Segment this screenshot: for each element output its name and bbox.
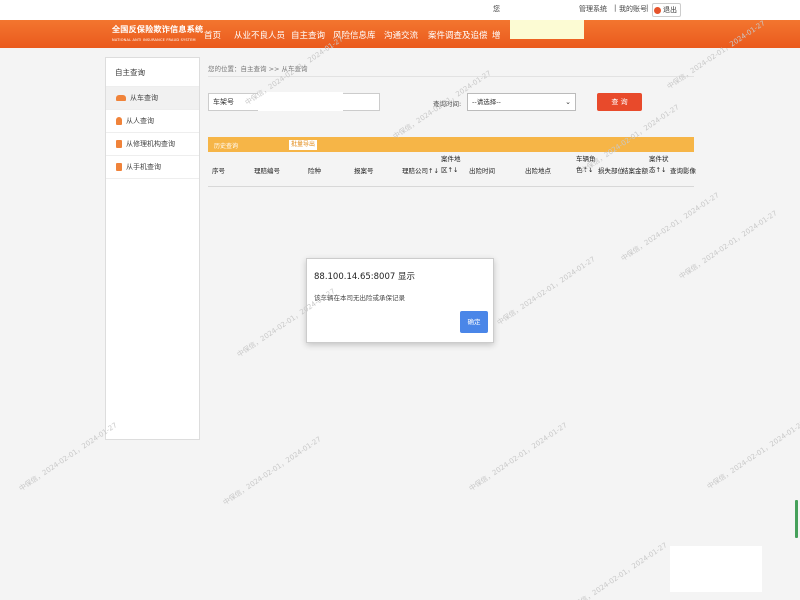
redacted-area	[670, 546, 762, 592]
phone-icon	[116, 163, 122, 171]
sidebar: 自主查询 从车查询 从人查询 从修理机构查询 从手机查询	[105, 57, 200, 440]
table-header-vehicle-role[interactable]: 车辆角色↑↓	[576, 154, 598, 176]
repair-shop-icon	[116, 140, 122, 148]
table-header-case-status[interactable]: 案件状态↑↓	[649, 154, 669, 176]
scrollbar-thumb[interactable]	[795, 500, 798, 538]
separator: |	[614, 4, 617, 12]
watermark: 中保信，2024-02-01，2024-01-27	[17, 421, 119, 493]
sidebar-item-vehicle-query[interactable]: 从车查询	[106, 87, 199, 110]
table-header-claim-no: 理赔编号	[254, 167, 280, 175]
logo-subtitle: NATIONAL ANTI INSURANCE FRAUD SYSTEM	[112, 38, 196, 42]
logo-title: 全国反保险欺诈信息系统	[112, 24, 204, 34]
watermark: 中保信，2024-02-01，2024-01-27	[705, 419, 800, 491]
dialog-title: 88.100.14.65:8007 显示	[314, 272, 415, 282]
watermark: 中保信，2024-02-01，2024-01-27	[619, 191, 721, 263]
history-label: 历史查询	[214, 143, 239, 150]
query-time-label: 查询时间:	[433, 100, 462, 108]
nav-item-case-investigation[interactable]: 案件调查及追偿	[428, 29, 488, 41]
table-header-accident-time: 出险时间	[469, 167, 495, 175]
dialog-ok-button[interactable]: 确定	[460, 311, 488, 333]
sidebar-title: 自主查询	[106, 58, 199, 87]
table-header-settlement-amount: 结案金额	[622, 167, 648, 175]
table-header-accident-place: 出险地点	[525, 167, 551, 175]
nav-item-bad-practitioners[interactable]: 从业不良人员	[234, 29, 285, 41]
dialog-message: 该车辆在本司无出险或承保记录	[314, 294, 405, 302]
logout-button[interactable]: 退出	[652, 3, 681, 17]
table-header-seq: 序号	[212, 167, 225, 175]
watermark: 中保信，2024-02-01，2024-01-27	[677, 209, 779, 281]
sidebar-item-repair-shop-query[interactable]: 从修理机构查询	[106, 133, 199, 156]
table-header-report-no[interactable]: 报案号	[354, 166, 374, 177]
alert-dialog: 88.100.14.65:8007 显示 该车辆在本司无出险或承保记录 确定	[306, 258, 494, 343]
separator: |	[646, 4, 649, 12]
batch-export-button[interactable]: 批量导出	[288, 139, 318, 151]
table-header-claim-company[interactable]: 理赔公司↑↓	[402, 166, 439, 177]
car-icon	[116, 95, 126, 101]
watermark: 中保信，2024-02-01，2024-01-27	[495, 255, 597, 327]
sidebar-item-label: 从手机查询	[126, 163, 161, 171]
query-button[interactable]: 查 询	[597, 93, 642, 111]
chevron-down-icon: ⌄	[565, 98, 571, 106]
redacted-area	[258, 92, 343, 111]
main-nav: 全国反保险欺诈信息系统 NATIONAL ANTI INSURANCE FRAU…	[0, 20, 800, 48]
query-time-select[interactable]: --请选择-- ⌄	[467, 93, 576, 111]
management-system-link[interactable]: 管理系统	[579, 4, 607, 14]
nav-item-risk-database[interactable]: 风险信息库	[333, 29, 376, 41]
breadcrumb: 您的位置：自主查询 >> 从车查询	[208, 65, 308, 73]
table-header-query-image: 查询影像	[670, 167, 696, 175]
table-header-loss-part: 损失部位	[598, 167, 624, 175]
table-header-case-region[interactable]: 案件地区↑↓	[441, 154, 463, 176]
nav-item-self-query[interactable]: 自主查询	[291, 29, 325, 41]
watermark: 中保信，2024-02-01，2024-01-27	[221, 435, 323, 507]
history-bar: 历史查询	[208, 137, 694, 152]
person-icon	[116, 117, 122, 125]
divider	[208, 76, 694, 77]
table-header-insurance-type: 险种	[308, 167, 321, 175]
redacted-area	[510, 20, 584, 39]
top-text-fragment: 您	[493, 5, 500, 13]
nav-item-more[interactable]: 增	[492, 29, 501, 41]
sidebar-item-person-query[interactable]: 从人查询	[106, 110, 199, 133]
redacted-area	[502, 0, 582, 20]
my-account-link[interactable]: 我的账号	[619, 4, 647, 14]
top-link-bar: 您 管理系统 | 我的账号 | 退出	[0, 0, 800, 20]
nav-item-communication[interactable]: 沟通交流	[384, 29, 418, 41]
sidebar-item-label: 从人查询	[126, 117, 154, 125]
table-divider	[208, 186, 694, 187]
sidebar-item-phone-query[interactable]: 从手机查询	[106, 156, 199, 179]
nav-item-home[interactable]: 首页	[204, 29, 221, 41]
select-value: --请选择--	[472, 98, 501, 106]
watermark: 中保信，2024-02-01，2024-01-27	[567, 541, 669, 600]
logout-label: 退出	[663, 6, 677, 14]
sidebar-item-label: 从车查询	[130, 94, 158, 102]
watermark: 中保信，2024-02-01，2024-01-27	[467, 421, 569, 493]
power-icon	[654, 6, 661, 14]
logo: 全国反保险欺诈信息系统 NATIONAL ANTI INSURANCE FRAU…	[112, 24, 203, 42]
sidebar-item-label: 从修理机构查询	[126, 140, 175, 148]
